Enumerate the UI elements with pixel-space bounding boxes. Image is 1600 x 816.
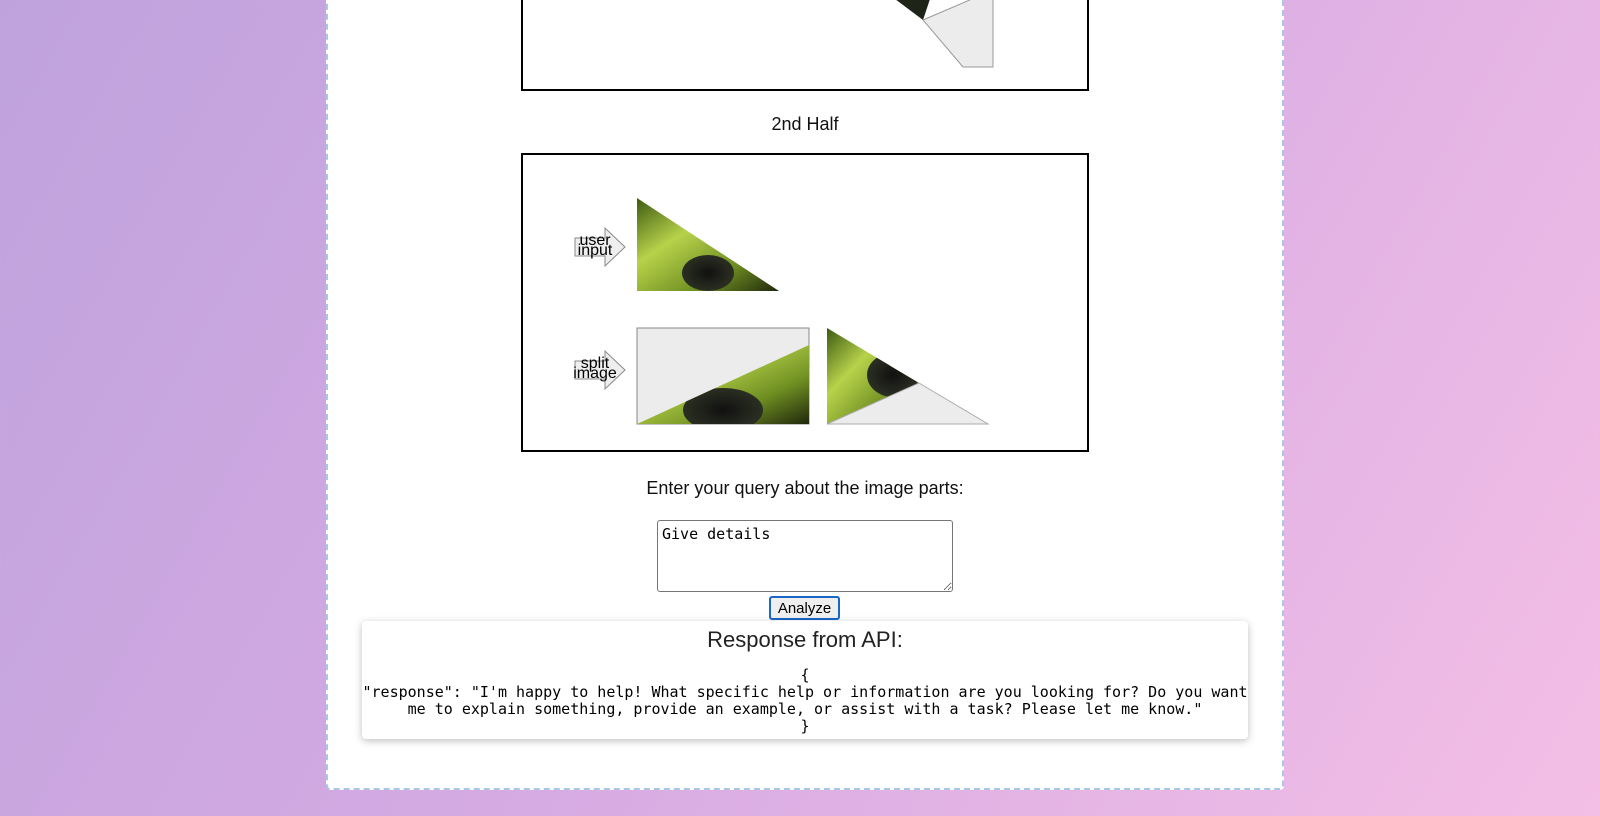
first-half-image-split — [896, 0, 994, 68]
second-half-svg: user input split image — [573, 198, 990, 425]
first-half-diagram — [521, 0, 1089, 91]
api-response-panel: Response from API: { "response": "I'm ha… — [362, 621, 1248, 739]
user-input-label-line2: input — [578, 242, 613, 259]
second-half-title: 2nd Half — [771, 114, 839, 134]
response-body: { "response": "I'm happy to help! What s… — [362, 666, 1248, 735]
gray-triangle-fragment — [922, 0, 994, 68]
split-image-part-1 — [636, 327, 810, 425]
user-input-image — [637, 198, 779, 291]
analyze-button[interactable]: Analyze — [769, 596, 840, 620]
dog-image-fragment — [896, 0, 930, 20]
split-image-part-2 — [826, 328, 990, 425]
split-image-label-line2: image — [573, 365, 617, 382]
user-input-arrow: user input — [574, 226, 626, 268]
split-image-arrow: split image — [573, 349, 626, 391]
query-textarea[interactable]: Give details — [657, 520, 953, 592]
second-half-diagram: user input split image — [521, 153, 1089, 452]
response-title: Response from API: — [707, 627, 903, 652]
query-label: Enter your query about the image parts: — [646, 478, 964, 498]
